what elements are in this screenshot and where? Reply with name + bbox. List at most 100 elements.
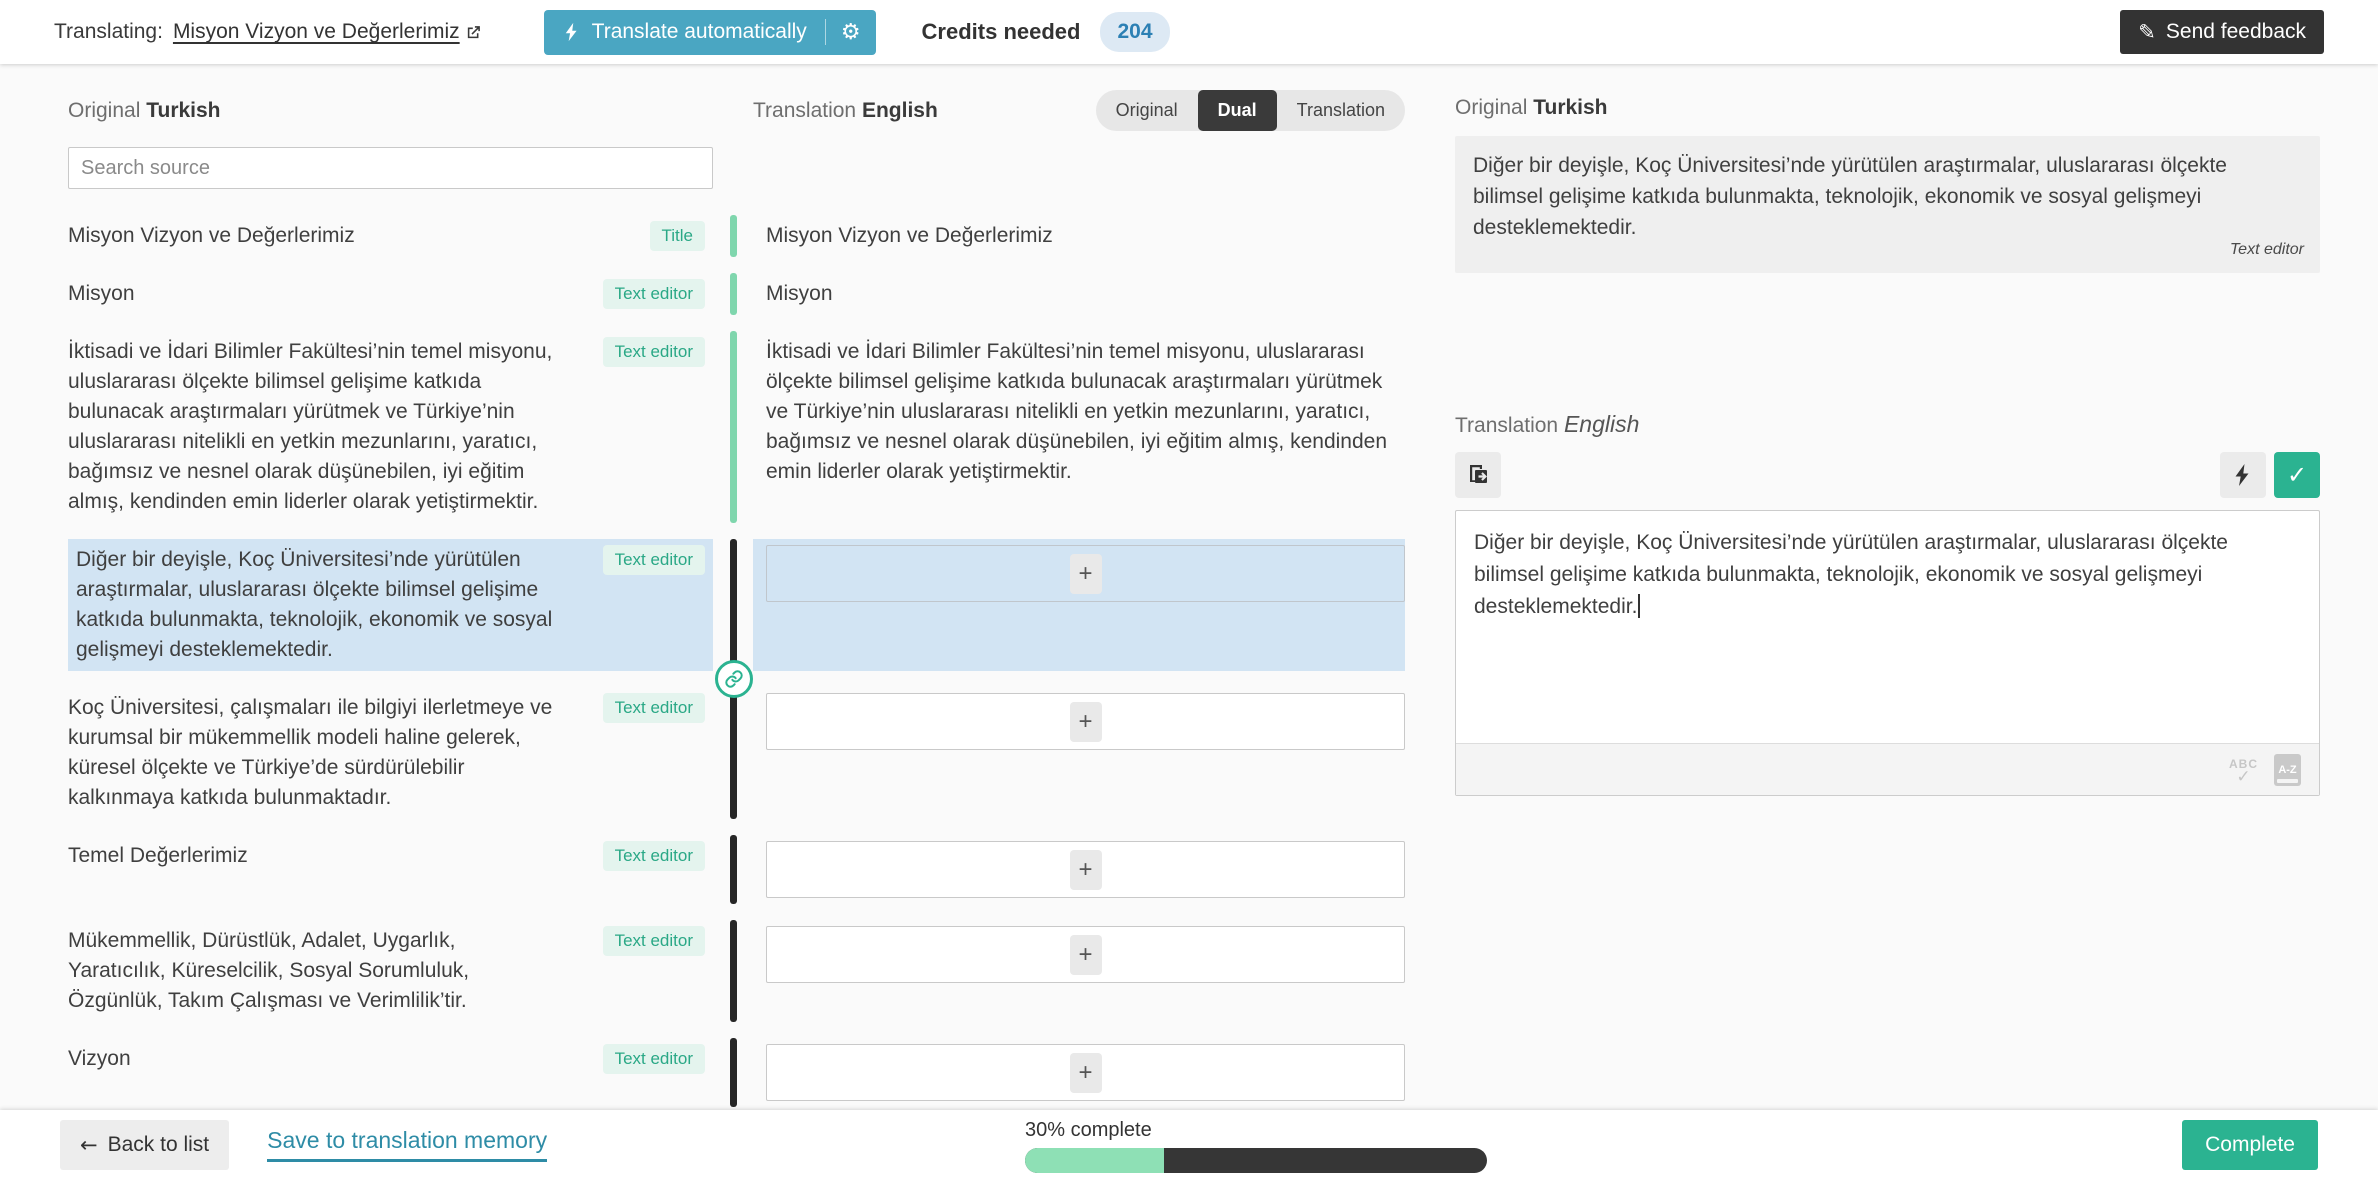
segment-row: Mükemmellik, Dürüstlük, Adalet, Uygarlık…: [68, 920, 1405, 1022]
segment-source-text: İktisadi ve İdari Bilimler Fakültesi’nin…: [68, 337, 555, 517]
segment-type-badge: Text editor: [603, 841, 705, 871]
segment-row: Temel Değerlerimiz Text editor +: [68, 835, 1405, 904]
segment-source-text: Mükemmellik, Dürüstlük, Adalet, Uygarlık…: [68, 926, 555, 1016]
translated-page-link[interactable]: Misyon Vizyon ve Değerlerimiz: [173, 20, 482, 44]
segment-row: Koç Üniversitesi, çalışmaları ile bilgiy…: [68, 687, 1405, 819]
segment-source-cell[interactable]: Misyon Text editor: [68, 273, 713, 315]
external-link-icon: [465, 24, 482, 41]
segments-workarea: Original Turkish Translation English Ori…: [0, 64, 1405, 1110]
save-translation-memory-link[interactable]: Save to translation memory: [267, 1127, 547, 1162]
progress-bar-fill: [1025, 1148, 1164, 1173]
segment-divider: [730, 835, 737, 904]
view-toggle-original[interactable]: Original: [1096, 90, 1198, 131]
segment-divider: [730, 687, 737, 819]
segment-source-cell[interactable]: Koç Üniversitesi, çalışmaları ile bilgiy…: [68, 687, 713, 819]
segment-divider: [730, 920, 737, 1022]
segment-target-cell[interactable]: Misyon: [753, 273, 1405, 315]
translation-textarea[interactable]: Diğer bir deyişle, Koç Üniversitesi’nde …: [1456, 511, 2319, 743]
view-toggle-dual[interactable]: Dual: [1198, 90, 1277, 131]
link-segments-icon[interactable]: [715, 660, 753, 698]
segment-source-text: Misyon: [68, 279, 555, 309]
translation-text: Diğer bir deyişle, Koç Üniversitesi’nde …: [1474, 531, 2228, 618]
spellcheck-icon[interactable]: ABC ✓: [2229, 757, 2258, 783]
search-source-input[interactable]: [68, 147, 713, 189]
segment-target-cell[interactable]: +: [753, 835, 1405, 904]
segment-row: Vizyon Text editor +: [68, 1038, 1405, 1107]
add-translation-button[interactable]: +: [1070, 1053, 1102, 1093]
add-translation-box: +: [766, 926, 1405, 983]
send-feedback-button[interactable]: ✎ Send feedback: [2120, 10, 2324, 54]
segment-divider: [730, 539, 737, 671]
page-link-label: Misyon Vizyon ve Değerlerimiz: [173, 20, 460, 44]
segment-divider: [730, 1038, 737, 1107]
editor-translation-language: English: [1564, 411, 1639, 437]
copy-source-button[interactable]: [1455, 452, 1501, 498]
segment-type-badge: Text editor: [603, 926, 705, 956]
segment-type-badge: Text editor: [603, 693, 705, 723]
original-text-box: Diğer bir deyişle, Koç Üniversitesi’nde …: [1455, 136, 2320, 273]
view-toggle-translation[interactable]: Translation: [1277, 90, 1405, 131]
add-translation-button[interactable]: +: [1070, 554, 1102, 594]
segment-source-cell[interactable]: Diğer bir deyişle, Koç Üniversitesi’nde …: [68, 539, 713, 671]
source-language-label: Turkish: [146, 99, 220, 122]
check-icon: ✓: [2287, 461, 2307, 490]
segment-translation-text: Misyon Vizyon ve Değerlerimiz: [766, 221, 1405, 251]
text-cursor: [1638, 594, 1640, 618]
pencil-icon: ✎: [2138, 20, 2156, 44]
translating-label: Translating:: [54, 20, 163, 44]
segment-target-cell[interactable]: +: [753, 539, 1405, 671]
back-to-list-button[interactable]: ← Back to list: [60, 1120, 229, 1170]
editor-original-language: Turkish: [1533, 96, 1607, 119]
gear-icon[interactable]: ⚙: [826, 20, 876, 45]
segment-source-cell[interactable]: İktisadi ve İdari Bilimler Fakültesi’nin…: [68, 331, 713, 523]
back-arrow-icon: ←: [80, 1133, 98, 1157]
editor-original-header: Original Turkish: [1455, 96, 2320, 120]
editor-translation-header: Translation English: [1455, 411, 2320, 438]
segment-target-cell[interactable]: +: [753, 1038, 1405, 1107]
original-type-label: Text editor: [2230, 234, 2304, 265]
segment-source-text: Diğer bir deyişle, Koç Üniversitesi’nde …: [76, 545, 563, 665]
confirm-translation-button[interactable]: ✓: [2274, 452, 2320, 498]
target-column-header: Translation English: [753, 99, 938, 123]
segment-source-cell[interactable]: Temel Değerlerimiz Text editor: [68, 835, 713, 904]
segment-translation-text: İktisadi ve İdari Bilimler Fakültesi’nin…: [766, 337, 1405, 487]
progress-bar: [1025, 1148, 1487, 1173]
credits-needed-label: Credits needed: [922, 19, 1081, 45]
segment-type-badge: Title: [650, 221, 706, 251]
add-translation-box: +: [766, 693, 1405, 750]
add-translation-box: +: [766, 1044, 1405, 1101]
segment-source-text: Temel Değerlerimiz: [68, 841, 555, 898]
main-area: Original Turkish Translation English Ori…: [0, 64, 2378, 1110]
segment-type-badge: Text editor: [603, 1044, 705, 1074]
segment-source-cell[interactable]: Misyon Vizyon ve Değerlerimiz Title: [68, 215, 713, 257]
segment-divider: [730, 331, 737, 523]
lightning-icon: [2231, 463, 2255, 487]
lightning-icon: [562, 22, 582, 42]
editor-footer: ABC ✓ A-Z: [1456, 743, 2319, 795]
segment-type-badge: Text editor: [603, 337, 705, 367]
editor-toolbar: ✓: [1455, 452, 2320, 498]
translate-automatically-button[interactable]: Translate automatically ⚙: [544, 10, 876, 55]
segment-translation-text: Misyon: [766, 279, 1405, 309]
add-translation-button[interactable]: +: [1070, 850, 1102, 890]
top-bar: Translating: Misyon Vizyon ve Değerlerim…: [0, 0, 2378, 64]
segment-target-cell[interactable]: +: [753, 920, 1405, 1022]
segment-source-text: Koç Üniversitesi, çalışmaları ile bilgiy…: [68, 693, 555, 813]
source-column-header: Original Turkish: [68, 99, 713, 123]
credits-count-badge: 204: [1100, 12, 1169, 52]
segment-target-cell[interactable]: +: [753, 687, 1405, 819]
segment-source-cell[interactable]: Mükemmellik, Dürüstlük, Adalet, Uygarlık…: [68, 920, 713, 1022]
segment-target-cell[interactable]: İktisadi ve İdari Bilimler Fakültesi’nin…: [753, 331, 1405, 523]
segment-target-cell[interactable]: Misyon Vizyon ve Değerlerimiz: [753, 215, 1405, 257]
segment-divider: [730, 273, 737, 315]
dictionary-icon[interactable]: A-Z: [2274, 754, 2301, 786]
translate-automatically-label: Translate automatically: [592, 20, 807, 44]
add-translation-button[interactable]: +: [1070, 935, 1102, 975]
complete-button[interactable]: Complete: [2182, 1120, 2318, 1170]
add-translation-box: +: [766, 545, 1405, 602]
segment-row: İktisadi ve İdari Bilimler Fakültesi’nin…: [68, 331, 1405, 523]
machine-translate-button[interactable]: [2220, 452, 2266, 498]
segment-source-cell[interactable]: Vizyon Text editor: [68, 1038, 713, 1107]
segment-type-badge: Text editor: [603, 279, 705, 309]
add-translation-button[interactable]: +: [1070, 702, 1102, 742]
